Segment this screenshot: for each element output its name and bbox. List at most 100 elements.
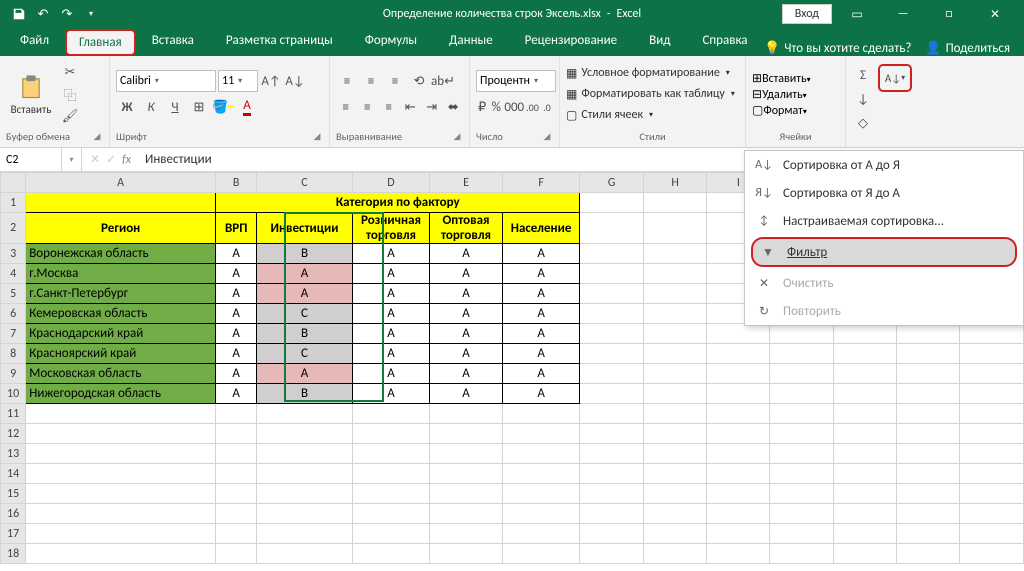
cell-K14[interactable] <box>833 464 896 484</box>
dialog-launcher-icon[interactable]: ◢ <box>541 131 553 143</box>
cell-D13[interactable] <box>352 444 430 464</box>
merge-icon[interactable]: ⬌ <box>444 96 464 118</box>
comma-icon[interactable]: 000 <box>504 96 524 118</box>
cell-G11[interactable] <box>580 404 643 424</box>
cell-F15[interactable] <box>502 484 580 504</box>
cell-M18[interactable] <box>959 544 1023 564</box>
italic-icon[interactable]: К <box>140 96 162 118</box>
cell-B7[interactable]: A <box>216 324 257 344</box>
cell-C17[interactable] <box>257 524 352 544</box>
cell-E14[interactable] <box>430 464 502 484</box>
bold-icon[interactable]: Ж <box>116 96 138 118</box>
font-color-icon[interactable]: А <box>236 96 258 118</box>
tab-insert[interactable]: Вставка <box>136 25 210 56</box>
tab-layout[interactable]: Разметка страницы <box>210 25 349 56</box>
cell-J13[interactable] <box>770 444 833 464</box>
undo-icon[interactable]: ↶ <box>32 3 54 25</box>
name-box-dropdown-icon[interactable]: ▾ <box>62 148 82 171</box>
tab-help[interactable]: Справка <box>686 25 763 56</box>
row-header-6[interactable]: 6 <box>1 304 26 324</box>
cell-J14[interactable] <box>770 464 833 484</box>
cell-F6[interactable]: A <box>502 304 580 324</box>
menu-filter[interactable]: ▼Фильтр <box>751 237 1017 267</box>
cell-E15[interactable] <box>430 484 502 504</box>
cell-J16[interactable] <box>770 504 833 524</box>
cell-F12[interactable] <box>502 424 580 444</box>
col-header-A[interactable]: A <box>26 173 216 193</box>
cell-M10[interactable] <box>959 384 1023 404</box>
row-header-8[interactable]: 8 <box>1 344 26 364</box>
cell-K13[interactable] <box>833 444 896 464</box>
cell-A5[interactable]: г.Санкт-Петербург <box>26 284 216 304</box>
cell-F2[interactable]: Население <box>502 213 580 244</box>
borders-icon[interactable]: ⊞ <box>188 96 210 118</box>
cell-M7[interactable] <box>959 324 1023 344</box>
paste-button[interactable]: Вставить <box>6 73 56 116</box>
cell-B16[interactable] <box>216 504 257 524</box>
dialog-launcher-icon[interactable]: ◢ <box>91 131 103 143</box>
cell-H16[interactable] <box>643 504 706 524</box>
cell-I9[interactable] <box>707 364 770 384</box>
shrink-font-icon[interactable]: A↓ <box>284 70 306 92</box>
cell-G10[interactable] <box>580 384 643 404</box>
row-header-15[interactable]: 15 <box>1 484 26 504</box>
row-header-16[interactable]: 16 <box>1 504 26 524</box>
cell-A13[interactable] <box>26 444 216 464</box>
cell-D2[interactable]: Розничная торговля <box>352 213 430 244</box>
cell-F5[interactable]: A <box>502 284 580 304</box>
cell-C16[interactable] <box>257 504 352 524</box>
row-header-4[interactable]: 4 <box>1 264 26 284</box>
cell-H14[interactable] <box>643 464 706 484</box>
format-cells-button[interactable]: ▢Формат▾ <box>752 103 839 118</box>
copy-icon[interactable]: ⿻ <box>60 84 80 104</box>
row-header-14[interactable]: 14 <box>1 464 26 484</box>
cell-C2[interactable]: Инвестиции <box>257 213 352 244</box>
cell-A12[interactable] <box>26 424 216 444</box>
cell-I11[interactable] <box>707 404 770 424</box>
cell-A4[interactable]: г.Москва <box>26 264 216 284</box>
cell-G16[interactable] <box>580 504 643 524</box>
cell-G13[interactable] <box>580 444 643 464</box>
cell-E3[interactable]: A <box>430 244 502 264</box>
tell-me-search[interactable]: 💡 Что вы хотите сделать? <box>764 41 911 56</box>
tab-home[interactable]: Главная <box>65 29 136 56</box>
cell-H11[interactable] <box>643 404 706 424</box>
cell-C6[interactable]: C <box>257 304 352 324</box>
increase-decimal-icon[interactable]: .00 <box>526 96 539 118</box>
autosum-icon[interactable]: Σ <box>852 64 874 86</box>
cell-D11[interactable] <box>352 404 430 424</box>
cell-B3[interactable]: A <box>216 244 257 264</box>
cell-E13[interactable] <box>430 444 502 464</box>
cell-E11[interactable] <box>430 404 502 424</box>
cell-J10[interactable] <box>770 384 833 404</box>
increase-indent-icon[interactable]: ⇥ <box>422 96 442 118</box>
row-header-9[interactable]: 9 <box>1 364 26 384</box>
cell-A8[interactable]: Красноярский край <box>26 344 216 364</box>
tab-formulas[interactable]: Формулы <box>349 25 433 56</box>
cell-G6[interactable] <box>580 304 643 324</box>
cell-A14[interactable] <box>26 464 216 484</box>
cell-L13[interactable] <box>896 444 959 464</box>
align-bottom-icon[interactable]: ≡ <box>384 70 406 92</box>
cell-F16[interactable] <box>502 504 580 524</box>
cell-K8[interactable] <box>833 344 896 364</box>
cell-G9[interactable] <box>580 364 643 384</box>
cell-B17[interactable] <box>216 524 257 544</box>
cell-E4[interactable]: A <box>430 264 502 284</box>
cell-J12[interactable] <box>770 424 833 444</box>
cell-K12[interactable] <box>833 424 896 444</box>
tab-data[interactable]: Данные <box>433 25 509 56</box>
cell-H1[interactable] <box>643 193 706 213</box>
cell-H10[interactable] <box>643 384 706 404</box>
cell-H9[interactable] <box>643 364 706 384</box>
cell-E8[interactable]: A <box>430 344 502 364</box>
cell-J15[interactable] <box>770 484 833 504</box>
row-header-7[interactable]: 7 <box>1 324 26 344</box>
col-header-D[interactable]: D <box>352 173 430 193</box>
cell-A7[interactable]: Краснодарский край <box>26 324 216 344</box>
cell-L11[interactable] <box>896 404 959 424</box>
cell-H8[interactable] <box>643 344 706 364</box>
number-format-combo[interactable]: Процентн▾ <box>476 70 556 92</box>
cell-A2[interactable]: Регион <box>26 213 216 244</box>
fx-icon[interactable]: fx <box>122 153 131 167</box>
